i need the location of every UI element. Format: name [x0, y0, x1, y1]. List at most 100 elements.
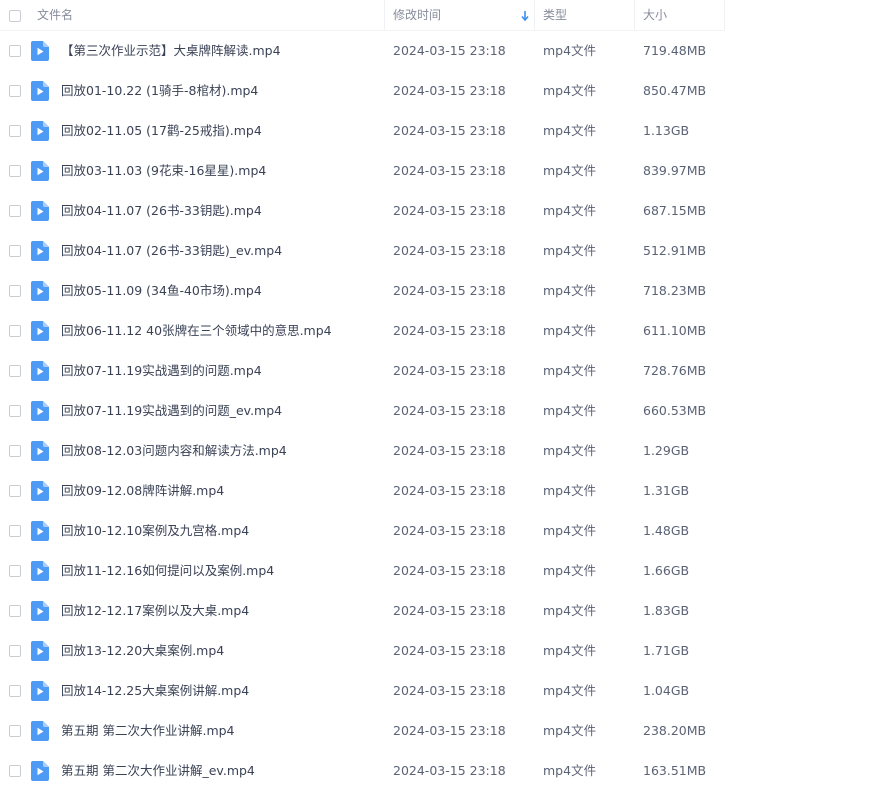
file-name[interactable]: 回放04-11.07 (26书-33钥匙)_ev.mp4 — [61, 231, 282, 271]
file-row[interactable]: 回放11-12.16如何提问以及案例.mp4 2024-03-15 23:18 … — [0, 551, 894, 591]
row-checkbox[interactable] — [9, 245, 21, 257]
row-checkbox[interactable] — [9, 325, 21, 337]
file-name[interactable]: 回放11-12.16如何提问以及案例.mp4 — [61, 551, 274, 591]
file-list: 【第三次作业示范】大桌牌阵解读.mp4 2024-03-15 23:18 mp4… — [0, 31, 894, 809]
select-all-checkbox[interactable] — [9, 10, 21, 22]
row-checkbox[interactable] — [9, 725, 21, 737]
file-name[interactable]: 回放14-12.25大桌案例讲解.mp4 — [61, 671, 249, 711]
file-row[interactable]: 回放01-10.22 (1骑手-8棺材).mp4 2024-03-15 23:1… — [0, 71, 894, 111]
file-row[interactable]: 回放08-12.03问题内容和解读方法.mp4 2024-03-15 23:18… — [0, 431, 894, 471]
video-file-icon — [31, 241, 49, 261]
file-row[interactable]: 回放07-11.19实战遇到的问题.mp4 2024-03-15 23:18 m… — [0, 351, 894, 391]
file-row[interactable]: 回放07-11.19实战遇到的问题_ev.mp4 2024-03-15 23:1… — [0, 391, 894, 431]
file-row[interactable]: 回放04-11.07 (26书-33钥匙).mp4 2024-03-15 23:… — [0, 191, 894, 231]
file-size: 850.47MB — [643, 83, 707, 98]
file-name[interactable]: 回放04-11.07 (26书-33钥匙).mp4 — [61, 191, 262, 231]
row-checkbox[interactable] — [9, 125, 21, 137]
file-list-header: 文件名 修改时间 类型 大小 — [0, 0, 894, 31]
video-file-icon — [31, 281, 49, 301]
row-checkbox[interactable] — [9, 445, 21, 457]
video-file-icon — [31, 41, 49, 61]
file-size: 1.13GB — [643, 123, 690, 138]
file-type: mp4文件 — [543, 523, 597, 538]
file-size: 1.83GB — [643, 603, 690, 618]
file-name[interactable]: 回放02-11.05 (17鹳-25戒指).mp4 — [61, 111, 262, 151]
file-modified-time: 2024-03-15 23:18 — [393, 323, 506, 338]
file-name[interactable]: 第五期 第二次大作业讲解_ev.mp4 — [61, 751, 255, 791]
row-checkbox[interactable] — [9, 45, 21, 57]
row-checkbox[interactable] — [9, 605, 21, 617]
video-file-icon — [31, 721, 49, 741]
file-row[interactable]: 回放09-12.08牌阵讲解.mp4 2024-03-15 23:18 mp4文… — [0, 471, 894, 511]
column-header-size[interactable]: 大小 — [643, 0, 723, 31]
file-size: 687.15MB — [643, 203, 707, 218]
row-checkbox[interactable] — [9, 565, 21, 577]
row-checkbox[interactable] — [9, 85, 21, 97]
file-type: mp4文件 — [543, 243, 597, 258]
file-name[interactable]: 回放03-11.03 (9花束-16星星).mp4 — [61, 151, 266, 191]
file-type: mp4文件 — [543, 83, 597, 98]
row-checkbox[interactable] — [9, 685, 21, 697]
file-row[interactable]: 回放05-11.09 (34鱼-40市场).mp4 2024-03-15 23:… — [0, 271, 894, 311]
file-modified-time: 2024-03-15 23:18 — [393, 243, 506, 258]
row-checkbox[interactable] — [9, 405, 21, 417]
file-name[interactable]: 回放09-12.08牌阵讲解.mp4 — [61, 471, 224, 511]
file-modified-time: 2024-03-15 23:18 — [393, 43, 506, 58]
file-name[interactable]: 回放07-11.19实战遇到的问题_ev.mp4 — [61, 391, 282, 431]
row-checkbox[interactable] — [9, 525, 21, 537]
file-size: 163.51MB — [643, 763, 707, 778]
file-name[interactable]: 回放10-12.10案例及九宫格.mp4 — [61, 511, 249, 551]
video-file-icon — [31, 641, 49, 661]
row-checkbox[interactable] — [9, 765, 21, 777]
video-file-icon — [31, 521, 49, 541]
row-checkbox[interactable] — [9, 365, 21, 377]
file-row[interactable]: 回放06-11.12 40张牌在三个领域中的意思.mp4 2024-03-15 … — [0, 311, 894, 351]
file-type: mp4文件 — [543, 203, 597, 218]
file-type: mp4文件 — [543, 563, 597, 578]
video-file-icon — [31, 481, 49, 501]
file-size: 1.04GB — [643, 683, 690, 698]
file-row[interactable]: 回放13-12.20大桌案例.mp4 2024-03-15 23:18 mp4文… — [0, 631, 894, 671]
file-size: 238.20MB — [643, 723, 707, 738]
file-name[interactable]: 回放13-12.20大桌案例.mp4 — [61, 631, 224, 671]
file-name[interactable]: 回放01-10.22 (1骑手-8棺材).mp4 — [61, 71, 258, 111]
file-list-page: 文件名 修改时间 类型 大小 【第三次作业示范】大桌牌阵解读.mp4 2024-… — [0, 0, 894, 809]
file-row[interactable]: 回放04-11.07 (26书-33钥匙)_ev.mp4 2024-03-15 … — [0, 231, 894, 271]
file-type: mp4文件 — [543, 483, 597, 498]
file-type: mp4文件 — [543, 323, 597, 338]
row-checkbox[interactable] — [9, 285, 21, 297]
row-checkbox[interactable] — [9, 205, 21, 217]
column-header-time[interactable]: 修改时间 — [393, 0, 533, 31]
video-file-icon — [31, 321, 49, 341]
file-type: mp4文件 — [543, 43, 597, 58]
file-modified-time: 2024-03-15 23:18 — [393, 723, 506, 738]
file-row[interactable]: 回放02-11.05 (17鹳-25戒指).mp4 2024-03-15 23:… — [0, 111, 894, 151]
file-modified-time: 2024-03-15 23:18 — [393, 563, 506, 578]
file-name[interactable]: 回放06-11.12 40张牌在三个领域中的意思.mp4 — [61, 311, 332, 351]
file-type: mp4文件 — [543, 283, 597, 298]
file-name[interactable]: 第五期 第二次大作业讲解.mp4 — [61, 711, 235, 751]
row-checkbox[interactable] — [9, 165, 21, 177]
file-row[interactable]: 回放03-11.03 (9花束-16星星).mp4 2024-03-15 23:… — [0, 151, 894, 191]
file-row[interactable]: 【第三次作业示范】大桌牌阵解读.mp4 2024-03-15 23:18 mp4… — [0, 31, 894, 71]
file-size: 728.76MB — [643, 363, 707, 378]
file-name[interactable]: 回放05-11.09 (34鱼-40市场).mp4 — [61, 271, 262, 311]
file-row[interactable]: 回放12-12.17案例以及大桌.mp4 2024-03-15 23:18 mp… — [0, 591, 894, 631]
file-row[interactable]: 第五期 第二次大作业讲解.mp4 2024-03-15 23:18 mp4文件 … — [0, 711, 894, 751]
file-size: 1.71GB — [643, 643, 690, 658]
file-name[interactable]: 【第三次作业示范】大桌牌阵解读.mp4 — [61, 31, 281, 71]
file-row[interactable]: 回放10-12.10案例及九宫格.mp4 2024-03-15 23:18 mp… — [0, 511, 894, 551]
file-row[interactable]: 回放14-12.25大桌案例讲解.mp4 2024-03-15 23:18 mp… — [0, 671, 894, 711]
file-type: mp4文件 — [543, 123, 597, 138]
file-name[interactable]: 回放08-12.03问题内容和解读方法.mp4 — [61, 431, 287, 471]
file-type: mp4文件 — [543, 163, 597, 178]
file-name[interactable]: 回放12-12.17案例以及大桌.mp4 — [61, 591, 249, 631]
column-header-name[interactable]: 文件名 — [37, 0, 383, 31]
file-name[interactable]: 回放07-11.19实战遇到的问题.mp4 — [61, 351, 262, 391]
file-row[interactable]: 第五期 第二次大作业讲解_ev.mp4 2024-03-15 23:18 mp4… — [0, 751, 894, 791]
column-header-type[interactable]: 类型 — [543, 0, 633, 31]
sort-down-arrow-icon[interactable] — [521, 10, 529, 22]
row-checkbox[interactable] — [9, 645, 21, 657]
column-divider — [724, 0, 725, 31]
row-checkbox[interactable] — [9, 485, 21, 497]
